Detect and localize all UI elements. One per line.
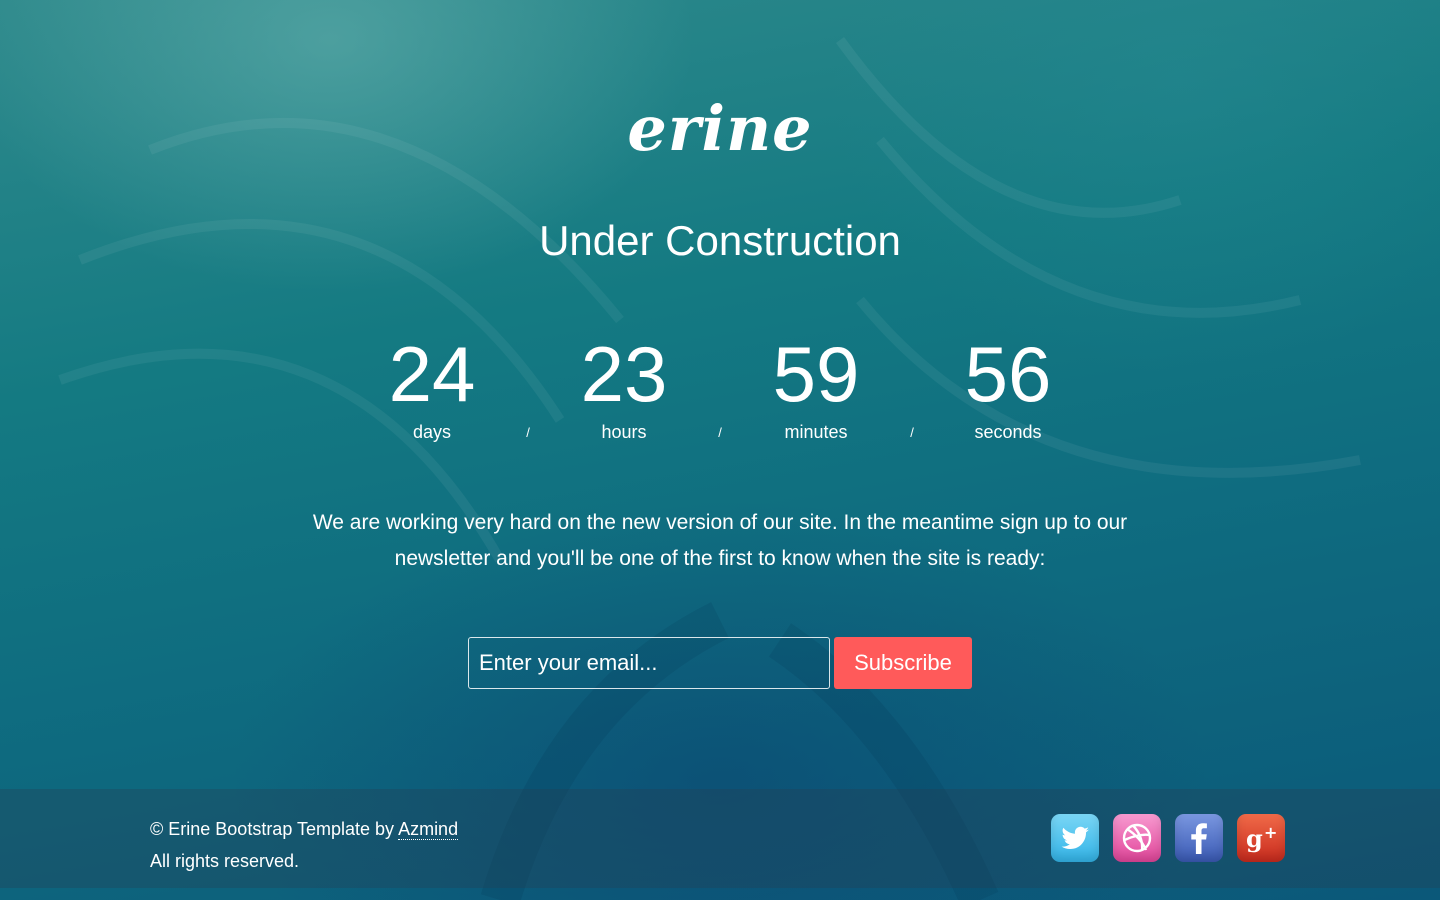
site-logo: erine bbox=[627, 92, 813, 165]
intro-message: We are working very hard on the new vers… bbox=[312, 511, 1128, 570]
days-label: days bbox=[412, 422, 452, 442]
footer: © Erine Bootstrap Template by Azmind All… bbox=[0, 789, 1440, 888]
dribbble-icon[interactable] bbox=[1113, 814, 1161, 862]
svg-text:g: g bbox=[1246, 824, 1263, 853]
countdown-timer: 24 days / 23 hours / 59 minutes / 56 sec… bbox=[0, 332, 1440, 452]
subscribe-form: Subscribe bbox=[468, 637, 972, 689]
minutes-value: 59 bbox=[772, 330, 860, 418]
author-link[interactable]: Azmind bbox=[398, 819, 459, 840]
subscribe-button[interactable]: Subscribe bbox=[834, 637, 972, 689]
twitter-icon[interactable] bbox=[1051, 814, 1099, 862]
seconds-value: 56 bbox=[964, 330, 1052, 418]
countdown-hours: 23 hours bbox=[534, 332, 714, 444]
copyright-text: © Erine Bootstrap Template by bbox=[150, 819, 399, 839]
email-input[interactable] bbox=[468, 637, 830, 689]
google-plus-icon[interactable]: g + bbox=[1237, 814, 1285, 862]
svg-text:+: + bbox=[1264, 823, 1277, 842]
minutes-label: minutes bbox=[784, 422, 848, 442]
days-value: 24 bbox=[388, 330, 476, 418]
countdown-days: 24 days bbox=[342, 332, 522, 444]
countdown-minutes: 59 minutes bbox=[726, 332, 906, 444]
page-title: Under Construction bbox=[539, 217, 901, 264]
countdown-seconds: 56 seconds bbox=[918, 332, 1098, 444]
copyright: © Erine Bootstrap Template by Azmind All… bbox=[150, 813, 459, 877]
rights-text: All rights reserved. bbox=[150, 851, 300, 871]
facebook-icon[interactable] bbox=[1175, 814, 1223, 862]
seconds-label: seconds bbox=[974, 422, 1042, 442]
hours-label: hours bbox=[601, 422, 647, 442]
hours-value: 23 bbox=[580, 330, 668, 418]
